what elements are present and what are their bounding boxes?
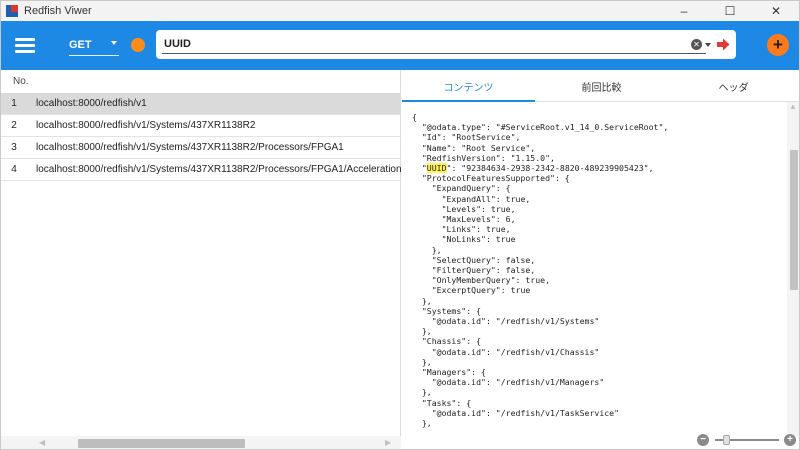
status-indicator (131, 38, 145, 52)
tab-previous-comparison[interactable]: 前回比較 (535, 70, 668, 102)
column-header-no: No. (13, 76, 29, 87)
json-line: "Systems": { (412, 305, 482, 316)
row-url: localhost:8000/redfish/v1/Systems/437XR1… (36, 142, 344, 153)
json-line: "Links": true, (412, 224, 511, 235)
scroll-right-icon[interactable]: ▶ (385, 438, 391, 447)
clear-icon[interactable]: ✕ (691, 39, 702, 50)
json-line: "OnlyMemberQuery": true, (412, 275, 551, 286)
vertical-scrollbar[interactable]: ▲ (787, 102, 799, 436)
tab-contents[interactable]: コンテンツ (402, 70, 535, 102)
maximize-button[interactable]: ☐ (707, 1, 753, 21)
history-row[interactable]: 2 localhost:8000/redfish/v1/Systems/437X… (1, 115, 401, 137)
window-title: Redfish Viwer (24, 5, 92, 17)
json-line: "Chassis": { (412, 336, 482, 347)
json-line: "MaxLevels": 6, (412, 214, 516, 225)
add-button[interactable]: + (767, 34, 789, 56)
json-line: "SelectQuery": false, (412, 254, 536, 265)
history-row[interactable]: 4 localhost:8000/redfish/v1/Systems/437X… (1, 159, 401, 181)
hamburger-menu-icon[interactable] (15, 38, 35, 53)
json-line: "@odata.id": "/redfish/v1/TaskService" (412, 407, 620, 418)
json-line: "NoLinks": true (412, 234, 516, 245)
json-line: "UUID": "92384634-2938-2342-8820-4892399… (412, 163, 654, 174)
json-line: }, (412, 326, 432, 337)
method-select[interactable]: GET (69, 34, 119, 56)
app-window: Redfish Viwer – ☐ ✕ GET ✕ + No. (0, 0, 800, 450)
history-row[interactable]: 3 localhost:8000/redfish/v1/Systems/437X… (1, 137, 401, 159)
json-line: "ExcerptQuery": true (412, 285, 531, 296)
row-url: localhost:8000/redfish/v1 (36, 98, 147, 109)
title-bar: Redfish Viwer – ☐ ✕ (1, 1, 799, 21)
json-line: "@odata.id": "/redfish/v1/Systems" (412, 316, 600, 327)
url-input[interactable] (164, 34, 684, 54)
app-logo-icon (6, 5, 18, 17)
history-row[interactable]: 1 localhost:8000/redfish/v1 (1, 93, 401, 115)
response-panel: コンテンツ 前回比較 ヘッダ { "@odata.type": "#Servic… (402, 70, 799, 449)
chevron-down-icon (111, 41, 117, 45)
json-line: "@odata.id": "/redfish/v1/Managers" (412, 377, 605, 388)
tab-headers[interactable]: ヘッダ (668, 70, 799, 102)
row-url: localhost:8000/redfish/v1/Systems/437XR1… (36, 120, 256, 131)
json-line: }, (412, 418, 432, 429)
history-panel: No. 1 localhost:8000/redfish/v1 2 localh… (1, 70, 401, 449)
row-number: 2 (11, 120, 17, 131)
json-line: "FilterQuery": false, (412, 265, 536, 276)
json-line: "@odata.id": "/redfish/v1/Chassis" (412, 346, 600, 357)
json-content-view[interactable]: { "@odata.type": "#ServiceRoot.v1_14_0.S… (412, 112, 787, 432)
json-line: "ExpandAll": true, (412, 193, 531, 204)
history-list-header: No. (1, 70, 401, 93)
scrollbar-thumb[interactable] (78, 439, 245, 448)
method-value: GET (69, 38, 92, 51)
zoom-control: − + (697, 432, 797, 448)
row-number: 1 (11, 98, 17, 109)
row-number: 4 (11, 164, 17, 175)
json-line: "RedfishVersion": "1.15.0", (412, 152, 555, 163)
send-request-icon[interactable] (716, 38, 730, 51)
json-line: }, (412, 387, 432, 398)
close-button[interactable]: ✕ (753, 1, 799, 21)
json-line: "Managers": { (412, 367, 486, 378)
toolbar: GET ✕ + (1, 21, 799, 70)
json-line: { (412, 112, 417, 122)
json-line: "ProtocolFeaturesSupported": { (412, 173, 570, 184)
zoom-out-icon[interactable]: − (697, 434, 709, 446)
horizontal-scrollbar[interactable]: ◀ ▶ (1, 436, 401, 449)
response-tabs: コンテンツ 前回比較 ヘッダ (402, 70, 799, 102)
json-line: "Id": "RootService", (412, 132, 521, 143)
json-line: }, (412, 244, 442, 255)
json-line: }, (412, 356, 432, 367)
json-line: }, (412, 295, 432, 306)
url-history-chevron-icon[interactable] (705, 43, 711, 47)
zoom-in-icon[interactable]: + (784, 434, 796, 446)
row-number: 3 (11, 142, 17, 153)
minimize-button[interactable]: – (661, 1, 707, 21)
json-line: "ExpandQuery": { (412, 183, 511, 194)
url-bar: ✕ (156, 30, 736, 59)
json-line: "@odata.type": "#ServiceRoot.v1_14_0.Ser… (412, 122, 669, 133)
scroll-left-icon[interactable]: ◀ (39, 438, 45, 447)
zoom-slider-thumb[interactable] (723, 435, 730, 445)
json-line: "Tasks": { (412, 397, 472, 408)
scrollbar-thumb[interactable] (790, 150, 798, 290)
row-url: localhost:8000/redfish/v1/Systems/437XR1… (36, 164, 401, 175)
active-tab-indicator (402, 100, 535, 102)
json-line: "Name": "Root Service", (412, 142, 536, 153)
json-line: "Levels": true, (412, 203, 516, 214)
search-highlight: UUID (426, 163, 447, 174)
scroll-up-icon[interactable]: ▲ (789, 102, 797, 111)
